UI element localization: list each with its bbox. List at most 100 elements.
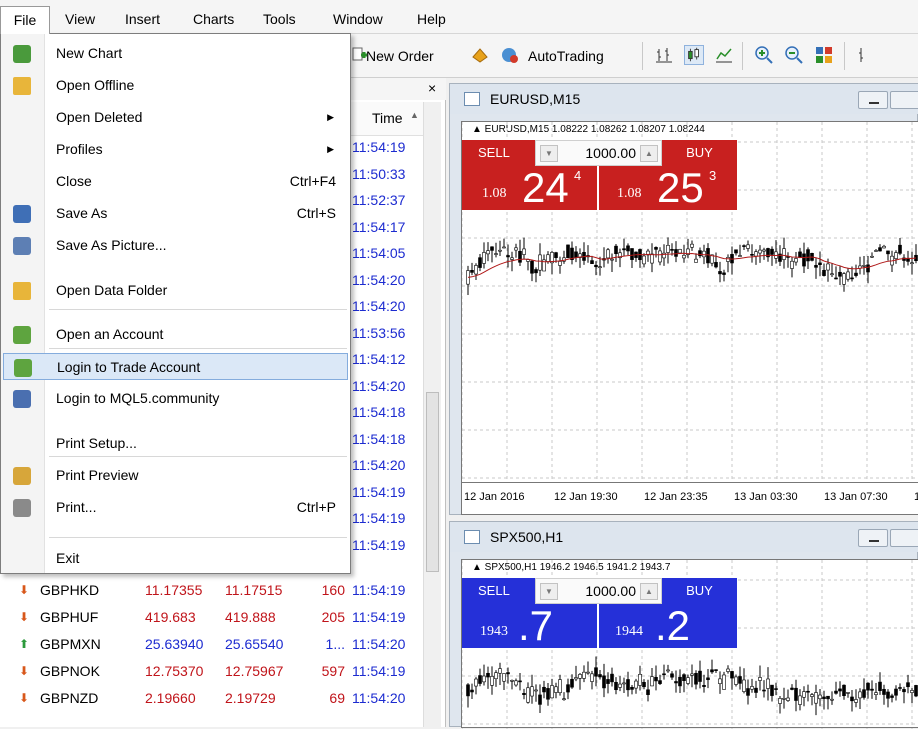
zoom-out-icon[interactable]	[784, 45, 804, 65]
table-row[interactable]: ⬇ GBPNOK 12.75370 12.75967 597 11:54:19	[0, 658, 423, 685]
menu-file[interactable]: File	[0, 6, 50, 34]
printer-icon	[13, 499, 31, 517]
menu-item-print-preview[interactable]: Print Preview	[3, 462, 348, 489]
experts-icon[interactable]	[470, 45, 490, 65]
lot-increase-button[interactable]: ▲	[640, 145, 658, 162]
bar-chart-icon[interactable]	[654, 45, 674, 65]
tile-windows-icon[interactable]	[814, 45, 834, 65]
cell-symbol: GBPNOK	[40, 663, 100, 679]
maximize-button[interactable]	[890, 529, 918, 547]
zoom-in-icon[interactable]	[754, 45, 774, 65]
menu-item-label: Login to MQL5.community	[56, 390, 220, 406]
toolbar-separator	[642, 42, 643, 70]
new-order-button[interactable]: New Order	[366, 44, 434, 68]
menu-item-save-as-picture[interactable]: Save As Picture...	[3, 232, 348, 259]
menu-item-open-deleted[interactable]: Open Deleted ▶	[3, 104, 348, 131]
login-icon	[14, 359, 32, 377]
time-cell: 11:54:18	[352, 404, 406, 420]
time-cell: 11:54:05	[352, 245, 406, 261]
lot-size-field[interactable]: ▼ 1000.00 ▲	[535, 140, 662, 166]
chart-window-titlebar[interactable]: EURUSD,M15	[450, 84, 918, 114]
menu-item-print-setup[interactable]: Print Setup...	[3, 430, 348, 457]
market-watch-scrollbar[interactable]	[423, 102, 441, 727]
buy-price[interactable]: 1944 .2	[599, 602, 737, 649]
menu-item-open-data-folder[interactable]: Open Data Folder	[3, 277, 348, 304]
menu-view[interactable]: View	[60, 7, 100, 31]
cell-ask: 12.75967	[225, 663, 284, 679]
time-axis-label: 12 Jan 19:30	[554, 491, 618, 503]
menu-charts[interactable]: Charts	[188, 7, 239, 31]
minimize-button[interactable]	[858, 529, 888, 547]
chart-window-title: SPX500,H1	[490, 529, 564, 545]
time-cell: 11:54:20	[352, 271, 406, 288]
sell-button[interactable]: SELL	[462, 140, 535, 166]
time-axis-label: 12 Jan 23:35	[644, 491, 708, 503]
menu-help[interactable]: Help	[412, 7, 451, 31]
table-row[interactable]: ⬇ GBPNZD 2.19660 2.19729 69 11:54:20	[0, 685, 423, 712]
picture-icon	[13, 237, 31, 255]
menu-item-open-an-account[interactable]: Open an Account	[3, 321, 348, 348]
line-chart-icon[interactable]	[714, 45, 734, 65]
menu-item-label: Open Offline	[56, 77, 135, 93]
lot-size-field[interactable]: ▼ 1000.00 ▲	[535, 578, 662, 604]
mql5-icon	[13, 390, 31, 408]
autotrading-button[interactable]: AutoTrading	[528, 44, 604, 68]
menu-item-print[interactable]: Print... Ctrl+P	[3, 494, 348, 521]
lot-decrease-button[interactable]: ▼	[540, 583, 558, 600]
menu-item-new-chart[interactable]: New Chart	[3, 40, 348, 67]
menu-item-profiles[interactable]: Profiles ▶	[3, 136, 348, 163]
table-row[interactable]: ⬇ GBPHKD 11.17355 11.17515 160 11:54:19	[0, 577, 423, 604]
close-icon[interactable]: ×	[428, 80, 436, 96]
menu-item-save-as[interactable]: Save As Ctrl+S	[3, 200, 348, 227]
scrollbar-thumb[interactable]	[426, 392, 439, 572]
maximize-button[interactable]	[890, 91, 918, 109]
menu-insert[interactable]: Insert	[120, 7, 165, 31]
cell-symbol: GBPHUF	[40, 609, 99, 625]
buy-button[interactable]: BUY	[662, 578, 737, 604]
submenu-arrow-icon: ▶	[327, 112, 334, 122]
menu-item-login-to-mql5-community[interactable]: Login to MQL5.community	[3, 385, 348, 412]
menu-item-close[interactable]: Close Ctrl+F4	[3, 168, 348, 195]
menu-item-exit[interactable]: Exit	[3, 545, 348, 572]
chart-area[interactable]: ▲ SPX500,H1 1946.2 1946.5 1941.2 1943.7 …	[461, 559, 918, 729]
sell-price[interactable]: 1.08 24 4	[462, 164, 598, 211]
time-cell: 11:54:20	[352, 377, 406, 394]
arrow-up-icon: ⬆	[18, 637, 30, 651]
minimize-button[interactable]	[858, 91, 888, 109]
buy-price-prefix: 1944	[615, 624, 643, 639]
menu-item-label: Save As Picture...	[56, 237, 167, 253]
time-cell: 11:54:12	[352, 351, 406, 367]
chart-window-titlebar[interactable]: SPX500,H1	[450, 522, 918, 552]
chart-window-icon	[464, 92, 480, 106]
time-cell: 11:54:18	[352, 430, 406, 447]
menu-item-open-offline[interactable]: Open Offline	[3, 72, 348, 99]
lot-decrease-button[interactable]: ▼	[540, 145, 558, 162]
arrow-down-icon: ⬇	[18, 691, 30, 705]
buy-button[interactable]: BUY	[662, 140, 737, 166]
time-axis-label: 12 Jan 2016	[464, 491, 525, 503]
sell-button[interactable]: SELL	[462, 578, 535, 604]
sell-price[interactable]: 1943 .7	[462, 602, 598, 649]
candlestick-icon[interactable]	[684, 45, 704, 65]
menu-separator	[49, 348, 347, 349]
menu-item-login-to-trade-account[interactable]: Login to Trade Account	[3, 353, 348, 380]
buy-price[interactable]: 1.08 25 3	[599, 164, 737, 211]
menu-window[interactable]: Window	[328, 7, 388, 31]
menu-item-shortcut: Ctrl+F4	[289, 173, 336, 189]
lot-increase-button[interactable]: ▲	[640, 583, 658, 600]
menu-separator	[49, 537, 347, 538]
periods-icon[interactable]	[856, 45, 876, 65]
chart-area[interactable]: ▲ EURUSD,M15 1.08222 1.08262 1.08207 1.0…	[461, 121, 918, 515]
print-preview-icon	[13, 467, 31, 485]
folder-icon	[13, 77, 31, 95]
cell-spread: 205	[321, 609, 345, 625]
table-row[interactable]: ⬇ GBPHUF 419.683 419.888 205 11:54:19	[0, 604, 423, 631]
time-column-header[interactable]: Time	[372, 110, 403, 126]
time-cell: 11:52:37	[352, 192, 406, 208]
chart-window-title: EURUSD,M15	[490, 91, 581, 107]
save-icon	[13, 205, 31, 223]
cell-time: 11:54:20	[352, 690, 406, 706]
cell-ask: 2.19729	[225, 690, 276, 706]
menu-tools[interactable]: Tools	[258, 7, 301, 31]
table-row[interactable]: ⬆ GBPMXN 25.63940 25.65540 1... 11:54:20	[0, 631, 423, 658]
